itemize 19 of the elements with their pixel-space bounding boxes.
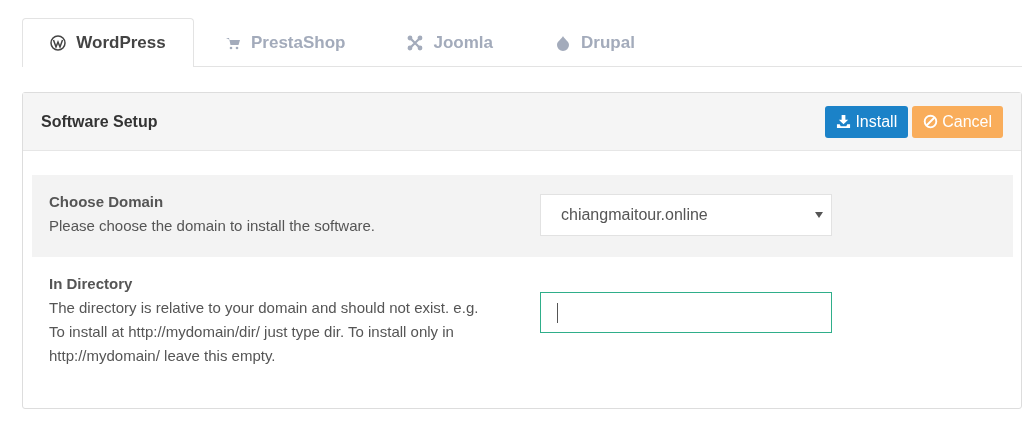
tab[interactable]: Drupal	[524, 18, 666, 66]
field-description: Please choose the domain to install the software.	[49, 216, 377, 236]
panel-title: Software Setup	[41, 112, 158, 131]
directory-input-field[interactable]	[540, 292, 832, 333]
field-label: In Directory	[49, 274, 134, 294]
wordpress-icon	[50, 35, 67, 51]
download-icon	[836, 114, 852, 129]
cancel-button[interactable]: Cancel	[912, 105, 1003, 138]
caret-icon	[815, 212, 823, 218]
domain-dropdown[interactable]: chiangmaitour.online	[540, 194, 832, 236]
tab[interactable]: Joomla	[376, 18, 524, 66]
drop-icon	[555, 34, 571, 51]
install-button[interactable]: Install	[825, 105, 909, 138]
ban-icon	[923, 114, 939, 129]
joomla-icon	[407, 34, 424, 51]
tab[interactable]: PrestaShop	[194, 18, 377, 66]
field-label: Choose Domain	[49, 192, 165, 212]
field-description: The directory is relative to your domain and should not exist. e.g. To install at http://mydomain/dir/ just type dir. To install only in http://mydomain/ leave this empty.	[49, 298, 480, 366]
tab[interactable]: WordPress	[22, 18, 194, 67]
